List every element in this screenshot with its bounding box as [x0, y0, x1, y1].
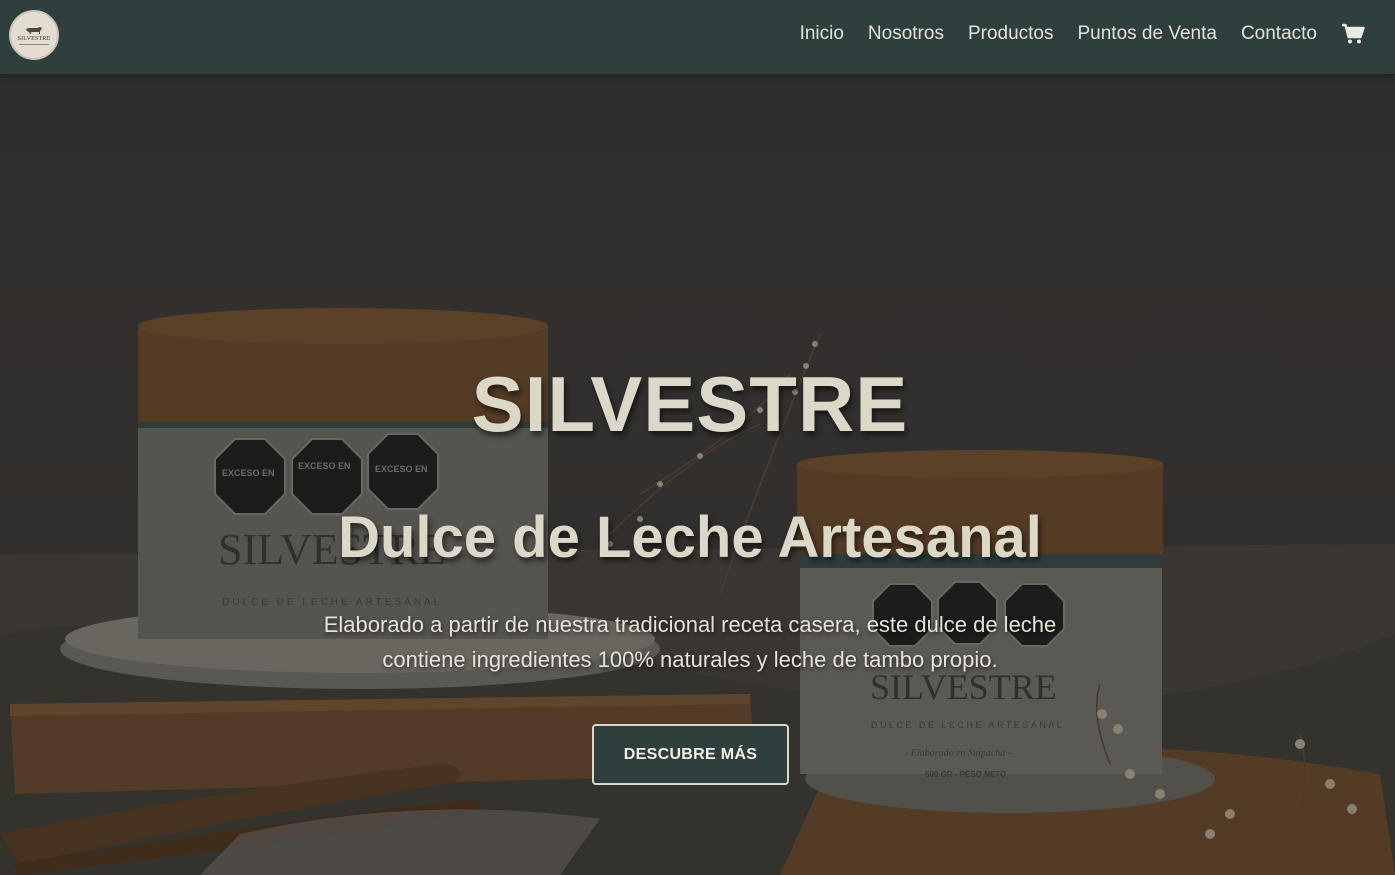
nav-item-productos[interactable]: Productos: [968, 23, 1054, 45]
nav-item-puntos-de-venta[interactable]: Puntos de Venta: [1078, 23, 1217, 45]
hero-section: EXCESO EN EXCESO EN EXCESO EN SILVESTRE …: [0, 74, 1395, 875]
nav-item-inicio[interactable]: Inicio: [800, 23, 844, 45]
shopping-cart-icon[interactable]: [1341, 22, 1365, 46]
nav-item-nosotros[interactable]: Nosotros: [868, 23, 944, 45]
logo-wordmark: SILVESTRE: [17, 35, 51, 42]
hero-title: SILVESTRE: [471, 360, 909, 448]
main-nav: Inicio Nosotros Productos Puntos de Vent…: [800, 0, 1395, 68]
site-header: SILVESTRE Inicio Nosotros Productos Punt…: [0, 0, 1395, 74]
discover-more-button[interactable]: DESCUBRE MÁS: [592, 724, 789, 785]
nav-item-contacto[interactable]: Contacto: [1241, 23, 1317, 45]
cow-icon: [26, 26, 42, 34]
hero-description: Elaborado a partir de nuestra tradiciona…: [323, 612, 1057, 672]
brand-logo[interactable]: SILVESTRE: [9, 10, 59, 60]
logo-underline: [19, 43, 49, 45]
hero-subtitle: Dulce de Leche Artesanal: [338, 505, 1042, 570]
